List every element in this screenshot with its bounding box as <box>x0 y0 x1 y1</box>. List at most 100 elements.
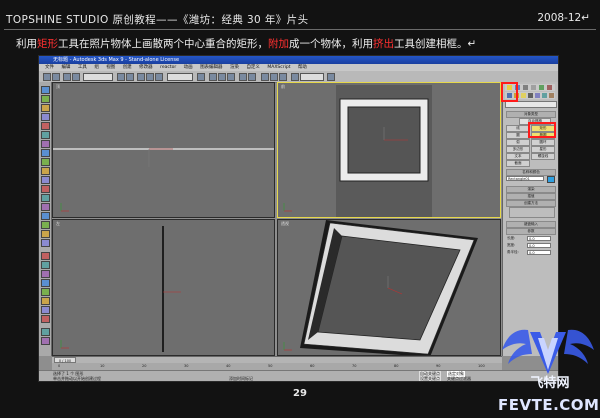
angular-dashpot-icon[interactable] <box>41 270 50 278</box>
analyze-icon[interactable] <box>41 306 50 314</box>
cloth-icon[interactable] <box>41 104 50 112</box>
ngon-button[interactable]: 多边形 <box>506 146 530 153</box>
helpers-icon[interactable] <box>535 93 540 98</box>
param-length-field[interactable]: 0.0 <box>527 236 551 241</box>
redo-icon[interactable] <box>52 73 60 81</box>
car-wheel-icon[interactable] <box>41 252 50 260</box>
wind-icon[interactable] <box>41 176 50 184</box>
prismatic-icon[interactable] <box>41 239 50 247</box>
systems-icon[interactable] <box>549 93 554 98</box>
viewport-left[interactable]: 左 <box>52 219 275 356</box>
soft-body-icon[interactable] <box>41 113 50 121</box>
percent-snap-icon[interactable] <box>227 73 235 81</box>
hierarchy-tab-icon[interactable] <box>523 85 528 90</box>
point-point-icon[interactable] <box>41 230 50 238</box>
arc-button[interactable]: 弧 <box>506 139 530 146</box>
linear-dashpot-icon[interactable] <box>41 279 50 287</box>
rollout-keyboard-entry[interactable]: 键盘输入 <box>506 221 556 228</box>
menu-customize[interactable]: 自定义 <box>246 65 260 70</box>
menu-rendering[interactable]: 渲染 <box>230 65 239 70</box>
toy-car-icon[interactable] <box>41 185 50 193</box>
key-filters-button[interactable]: 关键点过滤器 <box>447 376 471 381</box>
snap-icon[interactable] <box>209 73 217 81</box>
object-color-swatch[interactable] <box>547 176 555 183</box>
lights-icon[interactable] <box>521 93 526 98</box>
rollout-name-color[interactable]: 名称和颜色 <box>506 169 556 176</box>
curve-editor-icon[interactable] <box>261 73 269 81</box>
link-icon[interactable] <box>63 73 71 81</box>
hinge-icon[interactable] <box>41 221 50 229</box>
plane-icon[interactable] <box>41 140 50 148</box>
scale-icon[interactable] <box>155 73 163 81</box>
rollout-creation-method[interactable]: 创建方法 <box>506 200 556 207</box>
display-tab-icon[interactable] <box>539 85 544 90</box>
pivot-icon[interactable] <box>197 73 205 81</box>
fracture-icon[interactable] <box>41 194 50 202</box>
viewport-perspective[interactable]: 透视 <box>277 219 501 356</box>
rollout-object-type[interactable]: 对象类型 <box>506 111 556 118</box>
menu-tools[interactable]: 工具 <box>78 65 87 70</box>
fracture-utility-icon[interactable] <box>41 288 50 296</box>
rollout-rendering[interactable]: 渲染 <box>506 186 556 193</box>
motion-tab-icon[interactable] <box>531 85 536 90</box>
menu-create[interactable]: 创建 <box>123 65 132 70</box>
select-by-name-icon[interactable] <box>126 73 134 81</box>
convexity-icon[interactable] <box>41 337 50 345</box>
line-button[interactable]: 线 <box>506 125 530 132</box>
menu-edit[interactable]: 编辑 <box>61 65 70 70</box>
deforming-mesh-icon[interactable] <box>41 131 50 139</box>
property-editor-icon[interactable] <box>41 328 50 336</box>
menu-views[interactable]: 视图 <box>106 65 115 70</box>
track-bar[interactable]: 0 10 20 30 40 50 60 70 80 90 100 <box>52 363 502 370</box>
unlink-icon[interactable] <box>72 73 80 81</box>
rigid-body-icon[interactable] <box>41 95 50 103</box>
param-width-field[interactable]: 0.0 <box>527 243 551 248</box>
set-key-button[interactable]: 设置关键点 <box>419 376 441 381</box>
rollout-parameters[interactable]: 参数 <box>506 228 556 235</box>
text-button[interactable]: 文本 <box>506 153 530 160</box>
quick-render-icon[interactable] <box>327 73 335 81</box>
angle-snap-icon[interactable] <box>218 73 226 81</box>
section-button[interactable]: 截面 <box>506 160 530 167</box>
shape-category-dropdown[interactable] <box>505 101 557 108</box>
render-setup-icon[interactable] <box>291 73 299 81</box>
menu-file[interactable]: 文件 <box>45 65 54 70</box>
reactor-icon[interactable] <box>41 86 50 94</box>
star-button[interactable]: 星形 <box>531 146 555 153</box>
cameras-icon[interactable] <box>528 93 533 98</box>
dashpot-icon[interactable] <box>41 158 50 166</box>
create-animation-icon[interactable] <box>41 315 50 323</box>
constraint-icon[interactable] <box>41 212 50 220</box>
material-editor-icon[interactable] <box>279 73 287 81</box>
spring-icon[interactable] <box>41 149 50 157</box>
circle-button[interactable]: 圆 <box>506 132 530 139</box>
move-icon[interactable] <box>137 73 145 81</box>
schematic-view-icon[interactable] <box>270 73 278 81</box>
object-name-field[interactable]: Rectangle01 <box>506 176 544 181</box>
align-icon[interactable] <box>248 73 256 81</box>
selection-filter-dropdown[interactable] <box>83 73 113 81</box>
viewport-front[interactable]: 前 <box>277 82 501 218</box>
helix-button[interactable]: 螺旋线 <box>531 153 555 160</box>
menu-animation[interactable]: 动画 <box>184 65 193 70</box>
menu-reactor[interactable]: reactor <box>160 65 176 70</box>
add-time-tag-button[interactable]: 添加时间标记 <box>229 376 253 381</box>
undo-icon[interactable] <box>43 73 51 81</box>
reference-coord-dropdown[interactable] <box>167 73 193 81</box>
viewport-top[interactable]: 顶 <box>52 82 275 218</box>
menu-modifiers[interactable]: 修改器 <box>139 65 153 70</box>
rope-icon[interactable] <box>41 122 50 130</box>
water-icon[interactable] <box>41 203 50 211</box>
mirror-icon[interactable] <box>239 73 247 81</box>
utilities-tab-icon[interactable] <box>547 85 552 90</box>
select-object-icon[interactable] <box>117 73 125 81</box>
donut-button[interactable]: 圆环 <box>531 139 555 146</box>
rollout-interpolation[interactable]: 插值 <box>506 193 556 200</box>
preview-icon[interactable] <box>41 297 50 305</box>
menu-group[interactable]: 组 <box>94 65 99 70</box>
space-warps-icon[interactable] <box>542 93 547 98</box>
render-type-dropdown[interactable] <box>300 73 324 81</box>
rotate-icon[interactable] <box>146 73 154 81</box>
ragdoll-icon[interactable] <box>41 261 50 269</box>
param-corner-radius-field[interactable]: 0.0 <box>527 250 551 255</box>
